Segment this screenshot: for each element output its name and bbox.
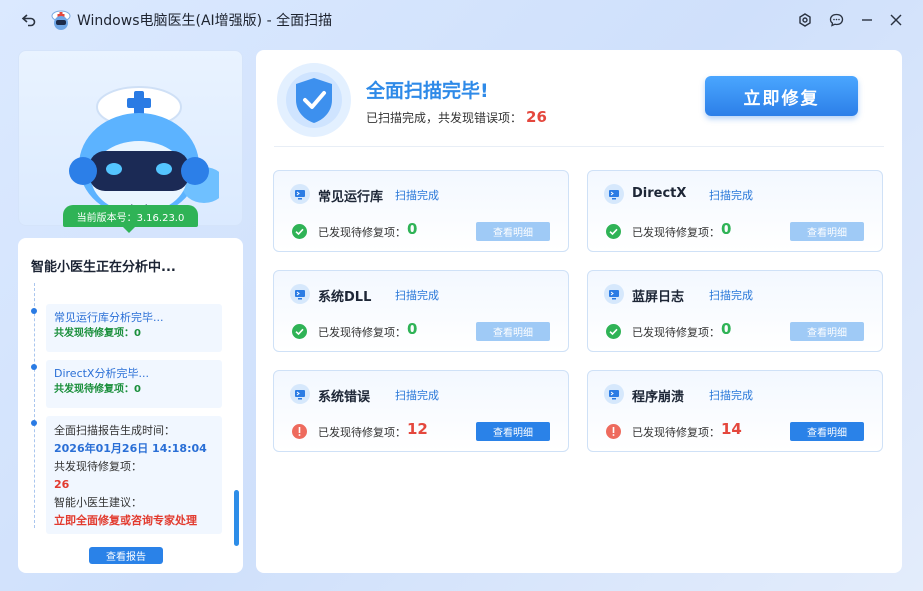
scan-item-status: 扫描完成 xyxy=(709,389,753,402)
scan-item-status: 扫描完成 xyxy=(395,289,439,302)
settings-icon[interactable] xyxy=(795,10,815,30)
scan-item-count: 0 xyxy=(721,220,732,238)
minimize-icon[interactable] xyxy=(857,10,877,30)
terminal-icon xyxy=(604,284,624,304)
report-time-value: 2026年01月26日 14:18:04 xyxy=(54,442,207,455)
report-count-value: 26 xyxy=(54,478,70,491)
scan-subtitle-text: 已扫描完成，共发现错误项： xyxy=(366,111,523,125)
log-item: DirectX分析完毕... 共发现待修复项：0 xyxy=(46,360,222,408)
fix-now-button[interactable]: 立即修复 xyxy=(705,76,858,116)
log-title: 智能小医生正在分析中... xyxy=(31,260,176,275)
scan-item-name: 蓝屏日志 xyxy=(632,290,685,305)
scan-item-label: 已发现待修复项： xyxy=(318,226,406,239)
window-title: Windows电脑医生(AI增强版) - 全面扫描 xyxy=(77,13,333,29)
terminal-icon xyxy=(290,284,310,304)
view-details-button[interactable]: 查看明细 xyxy=(790,222,864,241)
mascot-image xyxy=(69,86,219,217)
scan-item-count: 12 xyxy=(407,420,428,438)
scan-item-directx: DirectX 扫描完成 已发现待修复项： 0 查看明细 xyxy=(587,170,883,252)
scan-item-count: 0 xyxy=(407,220,418,238)
terminal-icon xyxy=(604,184,624,204)
app-logo-icon xyxy=(50,7,72,31)
scan-item-name: 程序崩溃 xyxy=(632,390,685,405)
report-summary: 全面扫描报告生成时间： 2026年01月26日 14:18:04 共发现待修复项… xyxy=(46,416,222,534)
warning-icon xyxy=(292,424,307,439)
feedback-icon[interactable] xyxy=(826,10,846,30)
view-details-button[interactable]: 查看明细 xyxy=(476,322,550,341)
shield-check-icon xyxy=(277,63,351,137)
mascot-card xyxy=(18,50,243,226)
back-icon[interactable] xyxy=(18,9,40,31)
view-report-button[interactable]: 查看报告 xyxy=(89,547,163,564)
analysis-log-panel: 智能小医生正在分析中... 常见运行库分析完毕... 共发现待修复项：0 Dir… xyxy=(18,238,243,573)
scan-item-name: DirectX xyxy=(632,186,687,201)
scan-item-status: 扫描完成 xyxy=(395,189,439,202)
scan-item-runtime: 常见运行库 扫描完成 已发现待修复项： 0 查看明细 xyxy=(273,170,569,252)
scan-item-label: 已发现待修复项： xyxy=(632,226,720,239)
scan-item-label: 已发现待修复项： xyxy=(318,326,406,339)
check-circle-icon xyxy=(606,324,621,339)
timeline-dot xyxy=(31,364,37,370)
warning-icon xyxy=(606,424,621,439)
timeline-dot xyxy=(31,420,37,426)
scan-complete-title: 全面扫描完毕! xyxy=(366,80,489,102)
scan-item-status: 扫描完成 xyxy=(709,289,753,302)
title-bar: Windows电脑医生(AI增强版) - 全面扫描 xyxy=(0,0,923,40)
scan-item-label: 已发现待修复项： xyxy=(632,326,720,339)
view-details-button[interactable]: 查看明细 xyxy=(790,422,864,441)
report-count-label: 共发现待修复项： xyxy=(54,460,142,473)
terminal-icon xyxy=(290,184,310,204)
log-item-title: 常见运行库分析完毕... xyxy=(54,311,164,324)
divider xyxy=(274,146,884,147)
scan-item-name: 系统DLL xyxy=(318,290,372,305)
report-advice-value: 立即全面修复或咨询专家处理 xyxy=(54,514,197,527)
report-time-label: 全面扫描报告生成时间： xyxy=(54,424,175,437)
report-advice-label: 智能小医生建议： xyxy=(54,496,142,509)
scan-item-label: 已发现待修复项： xyxy=(632,426,720,439)
check-circle-icon xyxy=(292,324,307,339)
scan-item-status: 扫描完成 xyxy=(709,189,753,202)
log-scrollbar[interactable] xyxy=(234,490,239,546)
scan-item-crashes: 程序崩溃 扫描完成 已发现待修复项： 14 查看明细 xyxy=(587,370,883,452)
view-details-button[interactable]: 查看明细 xyxy=(476,422,550,441)
scan-item-label: 已发现待修复项： xyxy=(318,426,406,439)
terminal-icon xyxy=(290,384,310,404)
timeline-dot xyxy=(31,308,37,314)
close-icon[interactable] xyxy=(886,10,906,30)
timeline-line xyxy=(34,283,35,528)
error-count: 26 xyxy=(526,108,547,126)
scan-item-count: 0 xyxy=(721,320,732,338)
scan-item-system-errors: 系统错误 扫描完成 已发现待修复项： 12 查看明细 xyxy=(273,370,569,452)
check-circle-icon xyxy=(292,224,307,239)
view-details-button[interactable]: 查看明细 xyxy=(790,322,864,341)
scan-item-status: 扫描完成 xyxy=(395,389,439,402)
log-item-title: DirectX分析完毕... xyxy=(54,367,149,380)
terminal-icon xyxy=(604,384,624,404)
scan-item-count: 0 xyxy=(407,320,418,338)
check-circle-icon xyxy=(606,224,621,239)
scan-item-name: 系统错误 xyxy=(318,390,371,405)
scan-complete-subtitle: 已扫描完成，共发现错误项： 26 xyxy=(366,108,547,126)
view-details-button[interactable]: 查看明细 xyxy=(476,222,550,241)
scan-item-name: 常见运行库 xyxy=(318,190,384,205)
log-item-sub: 共发现待修复项：0 xyxy=(54,384,141,395)
log-item: 常见运行库分析完毕... 共发现待修复项：0 xyxy=(46,304,222,352)
log-item-sub: 共发现待修复项：0 xyxy=(54,328,141,339)
scan-item-bsod: 蓝屏日志 扫描完成 已发现待修复项： 0 查看明细 xyxy=(587,270,883,352)
scan-results-panel: 全面扫描完毕! 已扫描完成，共发现错误项： 26 立即修复 常见运行库 扫描完成 … xyxy=(256,50,902,573)
version-badge: 当前版本号：3.16.23.0 xyxy=(63,205,198,233)
scan-item-count: 14 xyxy=(721,420,742,438)
scan-item-dll: 系统DLL 扫描完成 已发现待修复项： 0 查看明细 xyxy=(273,270,569,352)
